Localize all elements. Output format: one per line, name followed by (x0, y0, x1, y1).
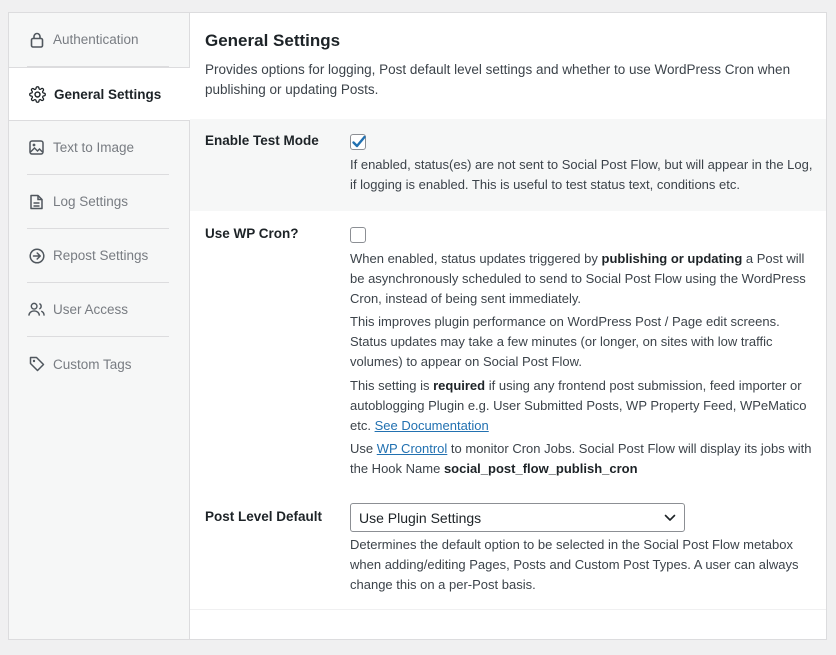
sidebar-item-text-to-image[interactable]: Text to Image (27, 121, 169, 175)
see-documentation-link[interactable]: See Documentation (375, 418, 489, 433)
wp-cron-checkbox[interactable] (350, 227, 366, 243)
test-mode-help: If enabled, status(es) are not sent to S… (350, 157, 813, 192)
sidebar-item-custom-tags[interactable]: Custom Tags (27, 337, 169, 391)
users-icon (28, 301, 45, 318)
settings-panel: Authentication General Settings Text to … (8, 12, 827, 640)
panel-footer (190, 609, 826, 639)
sidebar-item-label: Custom Tags (53, 356, 132, 372)
wp-crontrol-link[interactable]: WP Crontrol (377, 441, 448, 456)
sidebar-item-label: Log Settings (53, 194, 129, 209)
lock-icon (28, 31, 45, 48)
test-mode-label: Enable Test Mode (205, 133, 319, 148)
wp-cron-help-1: When enabled, status updates triggered b… (350, 249, 816, 309)
sidebar-item-user-access[interactable]: User Access (27, 283, 169, 337)
help-text: When enabled, status updates triggered b… (350, 251, 602, 266)
help-text: This setting is (350, 378, 434, 393)
sidebar-item-general-settings[interactable]: General Settings (9, 67, 190, 121)
settings-sidebar: Authentication General Settings Text to … (9, 13, 190, 639)
post-level-selected: Use Plugin Settings (359, 509, 482, 526)
page-title: General Settings (205, 31, 341, 50)
tag-icon (28, 356, 45, 373)
post-level-label: Post Level Default (205, 509, 323, 524)
test-mode-checkbox[interactable] (350, 134, 366, 150)
checkmark-icon (352, 135, 366, 148)
sidebar-item-authentication[interactable]: Authentication (27, 13, 169, 67)
sidebar-item-label: Repost Settings (53, 248, 149, 263)
gear-icon (29, 85, 46, 103)
document-icon (28, 193, 45, 210)
wp-cron-help-4: Use WP Crontrol to monitor Cron Jobs. So… (350, 439, 816, 479)
post-level-help: Determines the default option to be sele… (350, 537, 799, 592)
help-text: Use (350, 441, 377, 456)
help-bold: required (433, 378, 486, 393)
arrow-circle-icon (28, 247, 45, 264)
page-description: Provides options for logging, Post defau… (205, 62, 791, 97)
image-icon (28, 139, 45, 156)
sidebar-item-repost-settings[interactable]: Repost Settings (27, 229, 169, 283)
wp-cron-help-2: This improves plugin performance on Word… (350, 314, 780, 369)
help-bold: publishing or updating (601, 251, 743, 266)
sidebar-item-label: General Settings (54, 86, 162, 102)
wp-cron-help-3: This setting is required if using any fr… (350, 376, 816, 436)
hook-name: social_post_flow_publish_cron (443, 461, 638, 476)
post-level-select[interactable]: Use Plugin Settings (350, 503, 685, 532)
chevron-down-icon (664, 514, 676, 521)
sidebar-item-label: User Access (53, 302, 129, 317)
sidebar-item-label: Authentication (53, 32, 139, 47)
wp-cron-label: Use WP Cron? (205, 226, 299, 241)
sidebar-item-label: Text to Image (53, 140, 135, 155)
sidebar-item-log-settings[interactable]: Log Settings (27, 175, 169, 229)
